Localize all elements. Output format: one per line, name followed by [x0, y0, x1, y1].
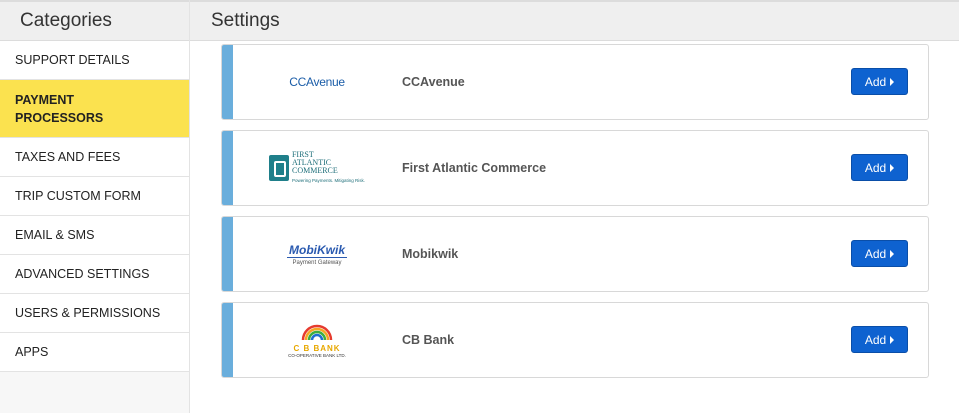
card-accent-bar	[222, 131, 233, 205]
sidebar-item-users-permissions[interactable]: USERS & PERMISSIONS	[0, 294, 189, 333]
sidebar-item-taxes-and-fees[interactable]: TAXES AND FEES	[0, 138, 189, 177]
first-atlantic-commerce-logo: FIRST ATLANTIC COMMERCE Powering Payment…	[262, 131, 372, 205]
rainbow-icon	[301, 324, 333, 340]
sidebar-item-email-sms[interactable]: EMAIL & SMS	[0, 216, 189, 255]
caret-right-icon	[890, 163, 895, 172]
add-ccavenue-button[interactable]: Add	[851, 68, 908, 95]
cb-bank-logo-sub: CO-OPERATIVE BANK LTD.	[288, 352, 346, 358]
caret-right-icon	[890, 249, 895, 258]
cb-bank-logo-text: C B BANK	[293, 343, 341, 353]
processor-name: CB Bank	[402, 333, 455, 347]
mobikwik-logo-text: MobiKwik	[287, 242, 347, 258]
add-button-label: Add	[864, 246, 887, 261]
ccavenue-logo: CCAvenue	[262, 45, 372, 119]
sidebar-item-advanced-settings[interactable]: ADVANCED SETTINGS	[0, 255, 189, 294]
add-cb-bank-button[interactable]: Add	[851, 326, 908, 353]
sidebar-item-apps[interactable]: APPS	[0, 333, 189, 372]
sidebar-item-support-details[interactable]: SUPPORT DETAILS	[0, 41, 189, 80]
caret-right-icon	[890, 77, 895, 86]
processor-name: Mobikwik	[402, 247, 459, 261]
main-header: Settings	[190, 0, 959, 41]
add-first-atlantic-commerce-button[interactable]: Add	[851, 154, 908, 181]
add-button-label: Add	[864, 160, 887, 175]
card-accent-bar	[222, 303, 233, 377]
fac-logo-line3: COMMERCE	[291, 166, 338, 175]
processor-card-ccavenue: CCAvenue CCAvenue Add	[221, 44, 929, 120]
processor-card-first-atlantic-commerce: FIRST ATLANTIC COMMERCE Powering Payment…	[221, 130, 929, 206]
add-button-label: Add	[864, 74, 887, 89]
sidebar-title: Categories	[20, 10, 112, 31]
processor-card-cb-bank: C B BANK CO-OPERATIVE BANK LTD. CB Bank …	[221, 302, 929, 378]
app: Categories SUPPORT DETAILS PAYMENT PROCE…	[0, 0, 959, 413]
card-accent-bar	[222, 45, 233, 119]
ccavenue-logo-text: CCAvenue	[289, 75, 345, 89]
category-menu: SUPPORT DETAILS PAYMENT PROCESSORS TAXES…	[0, 41, 189, 372]
card-accent-bar	[222, 217, 233, 291]
mobikwik-logo-sub: Payment Gateway	[292, 259, 342, 266]
page-title: Settings	[211, 10, 280, 31]
mobikwik-logo: MobiKwik Payment Gateway	[262, 217, 372, 291]
processor-card-mobikwik: MobiKwik Payment Gateway Mobikwik Add	[221, 216, 929, 292]
settings-panel: Settings CCAvenue CCAvenue Add FIRST ATL…	[190, 0, 959, 413]
sidebar-header: Categories	[0, 0, 189, 41]
processor-name: First Atlantic Commerce	[402, 161, 547, 175]
cb-bank-logo: C B BANK CO-OPERATIVE BANK LTD.	[262, 303, 372, 377]
add-button-label: Add	[864, 332, 887, 347]
processor-name: CCAvenue	[402, 75, 465, 89]
fac-logo-tagline: Powering Payments. Mitigating Risk.	[291, 178, 366, 183]
caret-right-icon	[890, 335, 895, 344]
add-mobikwik-button[interactable]: Add	[851, 240, 908, 267]
sidebar-item-trip-custom-form[interactable]: TRIP CUSTOM FORM	[0, 177, 189, 216]
fac-mark-icon	[268, 155, 289, 181]
categories-sidebar: Categories SUPPORT DETAILS PAYMENT PROCE…	[0, 0, 190, 413]
sidebar-item-payment-processors[interactable]: PAYMENT PROCESSORS	[0, 80, 189, 138]
